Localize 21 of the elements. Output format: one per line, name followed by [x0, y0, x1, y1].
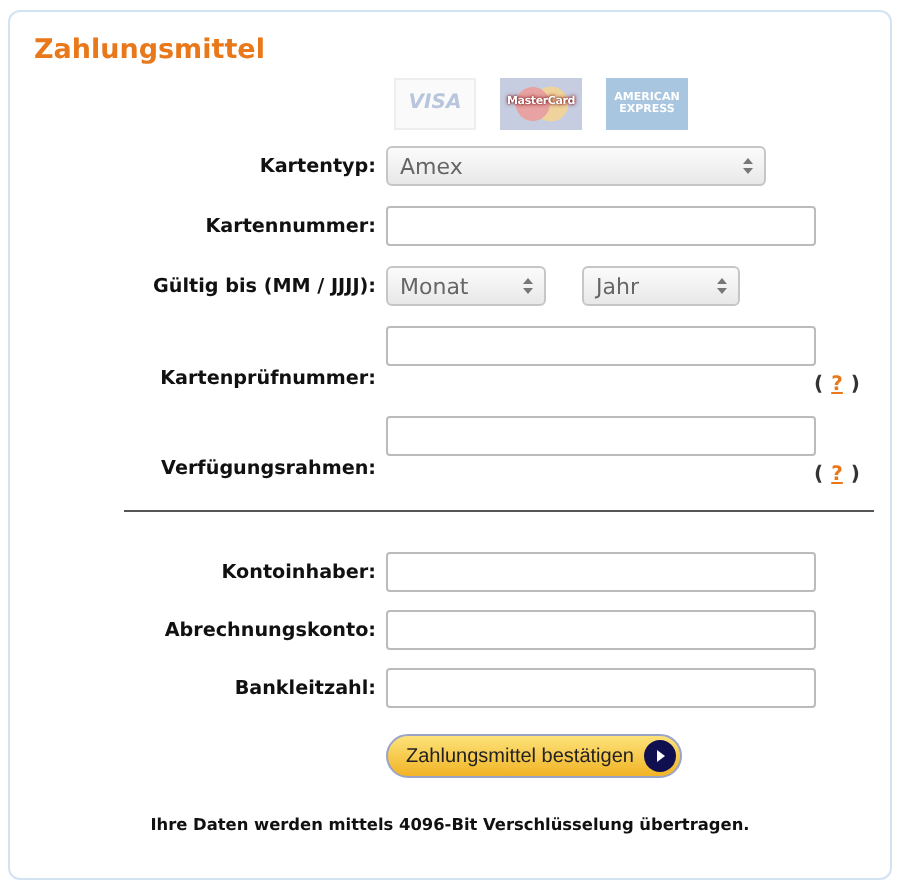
field-label: Gültig bis (MM / JJJJ): [151, 275, 378, 297]
bracket: ) [850, 374, 860, 396]
field-label: Verfügungsrahmen: [159, 456, 378, 480]
help-link[interactable]: ? [831, 464, 843, 486]
security-note: Ihre Daten werden mittels 4096-Bit Verschlüsselung übertragen. [148, 814, 752, 834]
field-label: Kartenprüfnummer: [158, 366, 378, 390]
section-title: Zahlungsmittel [34, 34, 267, 66]
field-label: Abrechnungskonto: [162, 619, 378, 641]
visa-logo: VISA [394, 78, 476, 130]
field-label: Bankleitzahl: [232, 677, 378, 699]
help-link[interactable]: ? [831, 374, 843, 396]
month-dropdown[interactable]: Monat [386, 266, 546, 306]
card-type-dropdown[interactable]: Amex [386, 146, 766, 186]
field-label: Kartennummer: [203, 215, 378, 237]
confirm-button[interactable]: Zahlungsmittel bestätigen [386, 734, 682, 778]
bracket: ( [814, 374, 824, 396]
bracket: ) [850, 464, 860, 486]
bracket: ( [814, 464, 824, 486]
field-label: Kontoinhaber: [219, 561, 378, 583]
field-label: Kartentyp: [257, 155, 378, 177]
year-dropdown[interactable]: Jahr [582, 266, 740, 306]
